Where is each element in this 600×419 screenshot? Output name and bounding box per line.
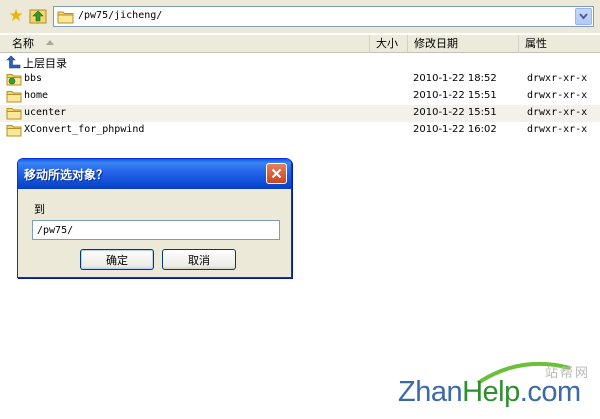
watermark-logo-part-a: Zhan [398, 376, 463, 408]
watermark-arc-icon [476, 361, 571, 385]
watermark-logo-part-c: .com [519, 376, 581, 408]
watermark-logo: ZhanHelp.com [398, 376, 581, 408]
watermark-logo-part-b: Help [462, 376, 520, 408]
